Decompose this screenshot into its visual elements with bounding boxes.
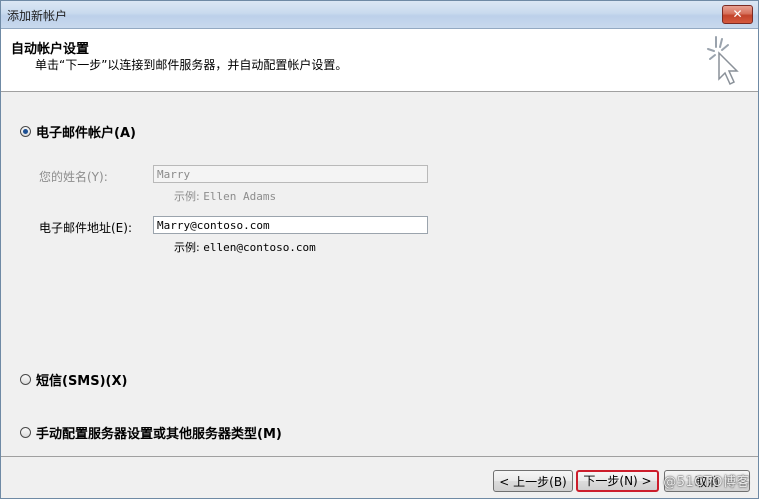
name-example-label: 示例:: [174, 190, 200, 203]
email-account-label: 电子邮件帐户(A): [36, 126, 136, 141]
sms-label: 短信(SMS)(X): [36, 374, 128, 389]
email-input[interactable]: Marry@contoso.com: [153, 216, 428, 234]
email-account-radio[interactable]: [20, 126, 31, 137]
add-account-dialog: 添加新帐户 ✕ 自动帐户设置 单击“下一步”以连接到邮件服务器，并自动配置帐户设…: [0, 0, 759, 499]
email-example: 示例: ellen@contoso.com: [174, 239, 316, 255]
manual-config-radio[interactable]: [20, 427, 31, 438]
name-label: 您的姓名(Y):: [39, 170, 108, 184]
sms-radio[interactable]: [20, 374, 31, 385]
email-example-label: 示例:: [174, 241, 200, 254]
email-account-option[interactable]: 电子邮件帐户(A): [20, 122, 136, 141]
title-bar[interactable]: 添加新帐户 ✕: [1, 1, 758, 29]
next-button[interactable]: 下一步(N) >: [576, 470, 659, 492]
close-icon: ✕: [732, 7, 743, 21]
sms-option[interactable]: 短信(SMS)(X): [20, 370, 127, 389]
button-bar: < 上一步(B) 下一步(N) > 取消: [1, 456, 758, 498]
header-title: 自动帐户设置: [11, 42, 90, 57]
header-subtitle: 单击“下一步”以连接到邮件服务器，并自动配置帐户设置。: [35, 58, 348, 72]
email-example-value: ellen@contoso.com: [203, 241, 316, 254]
back-button[interactable]: < 上一步(B): [493, 470, 573, 492]
email-label: 电子邮件地址(E):: [39, 221, 132, 235]
watermark: @51CTO博客: [663, 475, 750, 490]
manual-config-label: 手动配置服务器设置或其他服务器类型(M): [36, 427, 282, 442]
header-panel: 自动帐户设置 单击“下一步”以连接到邮件服务器，并自动配置帐户设置。: [1, 29, 758, 92]
name-example: 示例: Ellen Adams: [174, 188, 276, 204]
name-input[interactable]: Marry: [153, 165, 428, 183]
name-example-value: Ellen Adams: [203, 190, 277, 203]
close-button[interactable]: ✕: [722, 5, 753, 24]
sparkle-cursor-icon: [707, 36, 739, 86]
manual-config-option[interactable]: 手动配置服务器设置或其他服务器类型(M): [20, 423, 282, 442]
window-title: 添加新帐户: [7, 9, 68, 23]
